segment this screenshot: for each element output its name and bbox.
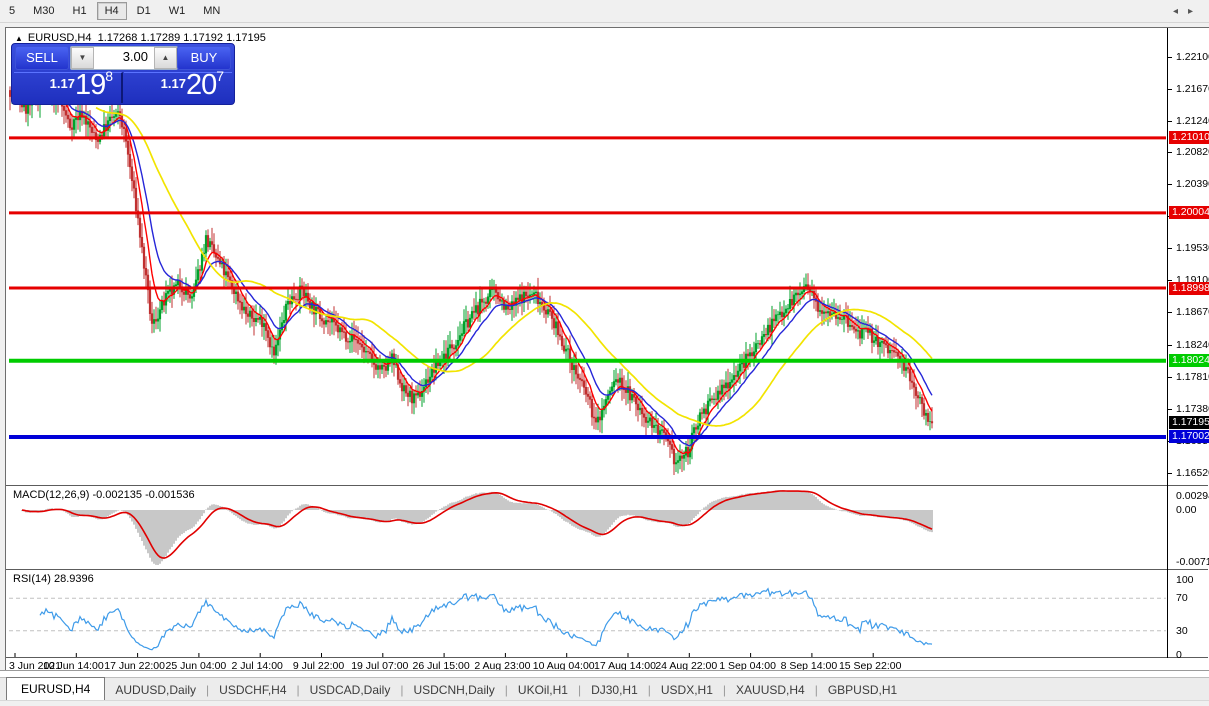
level-price-tag: 1.18998 (1169, 281, 1209, 295)
price-tick-label: 1.21670 (1176, 82, 1209, 95)
rsi-label: RSI(14) 28.9396 (13, 573, 94, 585)
sell-price-main: 19 (74, 69, 106, 101)
tab-ukoil-h1[interactable]: UKOil,H1 (508, 680, 578, 701)
tab-gbpusd-h1[interactable]: GBPUSD,H1 (818, 680, 907, 701)
price-tick-label: 1.18670 (1176, 306, 1209, 319)
macd-scale-label: 0.002947 (1176, 490, 1209, 502)
tab-scroll-left-icon[interactable]: ◂ (1173, 6, 1188, 17)
level-price-tag: 1.17002 (1169, 430, 1209, 444)
price-axis-separator (1167, 28, 1168, 658)
timeframe-button-d1[interactable]: D1 (129, 2, 159, 20)
ohlc-low: 1.17192 (183, 32, 224, 44)
tab-usdcad-daily[interactable]: USDCAD,Daily (300, 680, 401, 701)
timeframe-button-h1[interactable]: H1 (65, 2, 95, 20)
chart-window: ▲ EURUSD,H4 1.17268 1.17289 1.17192 1.171… (5, 27, 1209, 672)
volume-decrease-button[interactable]: ▼ (71, 47, 94, 69)
rsi-scale-label: 30 (1176, 625, 1188, 637)
price-tick-mark (1168, 408, 1172, 410)
price-tick-mark (1168, 120, 1172, 122)
sell-price-pip: 8 (105, 68, 113, 84)
chart-ohlc-header: ▲ EURUSD,H4 1.17268 1.17289 1.17192 1.171… (15, 32, 266, 44)
tab-eurusd-h4[interactable]: EURUSD,H4 (6, 677, 106, 701)
timeframe-button-mn[interactable]: MN (195, 2, 228, 20)
price-tick-mark (1168, 312, 1172, 314)
price-tick-mark (1168, 152, 1172, 154)
timeframe-button-5[interactable]: 5 (1, 2, 23, 20)
ma-line-slow-sma (95, 106, 933, 427)
buy-price-pip: 7 (216, 68, 224, 84)
tab-scroll-right-icon[interactable]: ▸ (1188, 6, 1203, 17)
macd-histogram (21, 490, 933, 565)
price-tick-mark (1168, 344, 1172, 346)
collapse-triangle-icon[interactable]: ▲ (15, 34, 23, 43)
sell-price-prefix: 1.17 (49, 76, 75, 91)
rsi-scale-label: 0 (1176, 649, 1182, 661)
buy-price-main: 20 (185, 69, 217, 101)
price-tick-label: 1.21240 (1176, 114, 1209, 127)
tab-audusd-daily[interactable]: AUDUSD,Daily (105, 680, 206, 701)
price-tick-label: 1.20820 (1176, 146, 1209, 159)
price-tick-mark (1168, 248, 1172, 250)
rsi-panel-separator[interactable] (6, 569, 1208, 570)
one-click-trading-panel: SELL ▼ 3.00 ▲ BUY 1.17198 1.17207 (11, 43, 235, 105)
tab-usdx-h1[interactable]: USDX,H1 (651, 680, 723, 701)
ma-line-fast-ema (15, 93, 933, 455)
timeframe-toolbar: 5 M30 H1 H4 D1 W1 MN (0, 0, 1209, 23)
current-price-tag: 1.17195 (1169, 416, 1209, 430)
price-tick-mark (1168, 376, 1172, 378)
price-tick-mark (1168, 472, 1172, 474)
ohlc-high: 1.17289 (140, 32, 181, 44)
ma-line-mid-ema (15, 94, 933, 447)
rsi-scale-label: 70 (1176, 592, 1188, 604)
price-tick-label: 1.18240 (1176, 338, 1209, 351)
price-tick-label: 1.22100 (1176, 50, 1209, 63)
rsi-indicator-chart (9, 587, 1166, 657)
down-candle-bodies (9, 87, 934, 465)
buy-price-prefix: 1.17 (160, 76, 186, 91)
timeaxis-separator (6, 657, 1208, 658)
macd-label: MACD(12,26,9) -0.002135 -0.001536 (13, 489, 195, 501)
tab-dj30-h1[interactable]: DJ30,H1 (581, 680, 648, 701)
tab-usdchf-h4[interactable]: USDCHF,H4 (209, 680, 296, 701)
volume-value[interactable]: 3.00 (94, 47, 154, 69)
price-tick-label: 1.17380 (1176, 402, 1209, 415)
price-tick-label: 1.16520 (1176, 466, 1209, 479)
volume-spinner: ▼ 3.00 ▲ (70, 46, 178, 70)
ohlc-open: 1.17268 (97, 32, 138, 44)
price-tick-mark (1168, 88, 1172, 90)
sell-button[interactable]: SELL (15, 46, 69, 70)
ohlc-close: 1.17195 (226, 32, 266, 44)
timeframe-button-m30[interactable]: M30 (25, 2, 62, 20)
tab-scroll-arrows: ◂▸ (1173, 6, 1203, 17)
volume-increase-button[interactable]: ▲ (154, 47, 177, 69)
level-price-tag: 1.20004 (1169, 206, 1209, 220)
price-tick-label: 1.17810 (1176, 370, 1209, 383)
macd-panel-separator[interactable] (6, 485, 1208, 486)
buy-price-display[interactable]: 1.17207 (124, 68, 232, 103)
timeframe-button-h4[interactable]: H4 (96, 2, 127, 20)
tab-usdcnh-daily[interactable]: USDCNH,Daily (403, 680, 504, 701)
level-price-tag: 1.18024 (1169, 354, 1209, 368)
up-candle-bodies (10, 87, 932, 465)
rsi-scale-label: 100 (1176, 574, 1194, 586)
macd-scale-label: -0.007153 (1176, 556, 1209, 568)
tab-xauusd-h4[interactable]: XAUUSD,H4 (726, 680, 815, 701)
level-price-tag: 1.21010 (1169, 131, 1209, 145)
chart-tab-bar: EURUSD,H4 AUDUSD,Daily | USDCHF,H4 | USDCAD,D… (0, 677, 1209, 701)
chart-title: EURUSD,H4 (27, 32, 92, 44)
price-tick-label: 1.19530 (1176, 242, 1209, 255)
sell-price-display[interactable]: 1.17198 (14, 68, 123, 103)
macd-scale-label: 0.00 (1176, 504, 1197, 516)
price-tick-mark (1168, 184, 1172, 186)
mt4-application: 5 M30 H1 H4 D1 W1 MN ▲ EURUSD,H4 1.17268 1.1728… (0, 0, 1209, 706)
status-bar (0, 700, 1209, 706)
timeframe-button-w1[interactable]: W1 (161, 2, 194, 20)
buy-button[interactable]: BUY (177, 46, 231, 70)
price-tick-mark (1168, 56, 1172, 58)
price-tick-label: 1.20390 (1176, 178, 1209, 191)
